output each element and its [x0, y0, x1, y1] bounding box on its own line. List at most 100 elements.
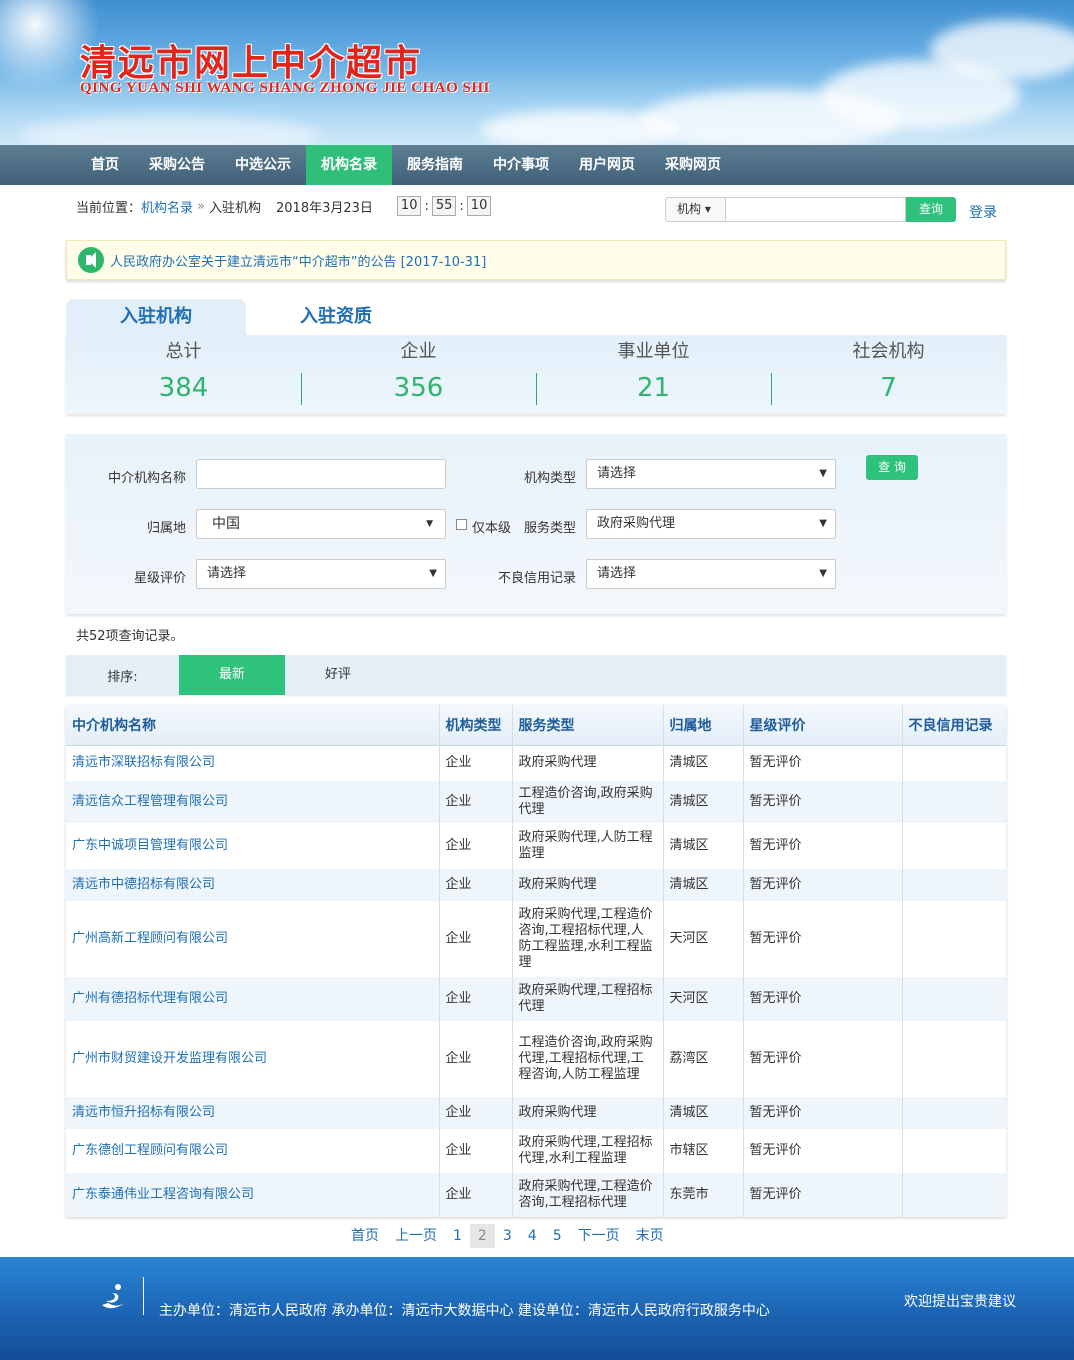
- clock-minutes: 55: [431, 196, 457, 216]
- org-name-link[interactable]: 广州高新工程顾问有限公司: [66, 901, 439, 977]
- table-cell: [901, 781, 1006, 823]
- table-cell: [901, 823, 1006, 869]
- credit-label: 不良信用记录: [497, 571, 576, 586]
- footer-divider: [143, 1277, 144, 1315]
- table-cell: 工程造价咨询,政府采购代理,工程招标代理,工程咨询,人防工程监理: [511, 1021, 663, 1097]
- table-cell: 暂无评价: [742, 869, 902, 901]
- page-link[interactable]: 3: [495, 1224, 520, 1248]
- page-link[interactable]: 末页: [628, 1224, 672, 1248]
- column-header: 归属地: [662, 705, 743, 746]
- page-link[interactable]: 5: [545, 1224, 570, 1248]
- page-link[interactable]: 上一页: [387, 1224, 445, 1248]
- stat-item: 总计 384: [66, 335, 301, 414]
- notice-link[interactable]: 人民政府办公室关于建立清远市“中介超市”的公告 [2017-10-31]: [110, 251, 486, 270]
- dropdown-arrow-icon: ▼: [426, 519, 433, 529]
- cloud: [20, 115, 320, 145]
- footer-credits: 主办单位：清远市人民政府 承办单位：清远市大数据中心 建设单位：清远市人民政府行…: [159, 1303, 770, 1319]
- site-header: 清远市网上中介超市 QING YUAN SHI WANG SHANG ZHONG…: [0, 0, 1074, 145]
- stats-panel: 总计 384 企业 356 事业单位 21 社会机构 7: [66, 335, 1006, 414]
- table-cell: 企业: [438, 1097, 512, 1129]
- table-row: 清远市恒升招标有限公司 企业 政府采购代理 清城区 暂无评价: [66, 1097, 1006, 1129]
- tab-bar: 入驻机构 入驻资质: [66, 299, 426, 335]
- org-name-link[interactable]: 广东中诚项目管理有限公司: [66, 823, 439, 869]
- dropdown-arrow-icon: ▼: [819, 568, 827, 579]
- table-cell: 天河区: [662, 901, 743, 977]
- org-name-link[interactable]: 清远市恒升招标有限公司: [66, 1097, 439, 1129]
- org-name-link[interactable]: 广州市财贸建设开发监理有限公司: [66, 1021, 439, 1097]
- table-row: 清远市中德招标有限公司 企业 政府采购代理 清城区 暂无评价: [66, 869, 1006, 901]
- breadcrumb-link[interactable]: 机构名录: [141, 197, 193, 216]
- org-name-link[interactable]: 广东德创工程顾问有限公司: [66, 1129, 439, 1173]
- table-row: 广东德创工程顾问有限公司 企业 政府采购代理,工程招标代理,水利工程监理 市辖区 暂无评…: [66, 1129, 1006, 1173]
- name-input[interactable]: [196, 459, 446, 489]
- table-cell: 企业: [438, 1173, 512, 1217]
- query-button[interactable]: 查 询: [866, 455, 918, 480]
- credit-select[interactable]: 请选择 ▼: [586, 559, 836, 589]
- search-button[interactable]: 查询: [906, 196, 956, 222]
- tab[interactable]: 入驻机构: [66, 299, 246, 335]
- table-cell: 企业: [438, 745, 512, 781]
- org-name-link[interactable]: 广州有德招标代理有限公司: [66, 977, 439, 1021]
- table-cell: 清城区: [662, 781, 743, 823]
- page-link[interactable]: 2: [469, 1224, 495, 1248]
- nav-item[interactable]: 机构名录: [306, 145, 392, 185]
- clock: 10 : 55 : 10: [396, 196, 492, 216]
- page-link[interactable]: 下一页: [570, 1224, 628, 1248]
- region-select[interactable]: 中国 ▼: [196, 509, 446, 539]
- feedback-link[interactable]: 欢迎提出宝贵建议: [904, 1291, 1016, 1311]
- table-cell: 工程造价咨询,政府采购代理: [511, 781, 663, 823]
- nav-item[interactable]: 服务指南: [392, 145, 478, 185]
- org-name-link[interactable]: 清远信众工程管理有限公司: [66, 781, 439, 823]
- tab[interactable]: 入驻资质: [246, 299, 426, 335]
- table-cell: [901, 1129, 1006, 1173]
- type-select[interactable]: 请选择 ▼: [586, 459, 836, 489]
- table-cell: 政府采购代理,工程招标代理: [511, 977, 663, 1021]
- filter-panel: 中介机构名称 机构类型 请选择 ▼ 查 询 归属地 中国 ▼ 仅本级 服务类型 …: [66, 434, 1006, 614]
- breadcrumb-separator: »: [197, 198, 205, 214]
- table-row: 广州市财贸建设开发监理有限公司 企业 工程造价咨询,政府采购代理,工程招标代理,工程…: [66, 1021, 1006, 1097]
- only-level-checkbox[interactable]: [456, 519, 467, 530]
- page-link[interactable]: 1: [445, 1224, 470, 1248]
- name-label: 中介机构名称: [107, 471, 186, 486]
- nav-item[interactable]: 采购网页: [650, 145, 736, 185]
- current-date: 2018年3月23日: [276, 200, 373, 216]
- page-link[interactable]: 4: [520, 1224, 545, 1248]
- search-area: 机构 ▾ 查询 登录: [665, 196, 997, 222]
- nav-item[interactable]: 采购公告: [134, 145, 220, 185]
- search-type-dropdown[interactable]: 机构 ▾: [665, 196, 726, 222]
- nav-item[interactable]: 中选公示: [220, 145, 306, 185]
- notice-bar: 人民政府办公室关于建立清远市“中介超市”的公告 [2017-10-31]: [66, 240, 1006, 280]
- only-level-label: 仅本级: [472, 521, 512, 536]
- table-row: 清远市深联招标有限公司 企业 政府采购代理 清城区 暂无评价: [66, 745, 1006, 781]
- nav-item[interactable]: 中介事项: [478, 145, 564, 185]
- table-cell: 企业: [438, 977, 512, 1021]
- table-cell: 暂无评价: [742, 1097, 902, 1129]
- star-select[interactable]: 请选择 ▼: [196, 559, 446, 589]
- search-input[interactable]: [726, 196, 906, 222]
- sort-option[interactable]: 好评: [285, 655, 391, 695]
- main-nav: 首页 采购公告 中选公示 机构名录 服务指南 中介事项 用户网页 采购网页: [0, 145, 1074, 185]
- dropdown-arrow-icon: ▼: [819, 468, 827, 479]
- table-cell: 企业: [438, 1021, 512, 1097]
- service-select[interactable]: 政府采购代理 ▼: [586, 509, 836, 539]
- footer-logo-icon: [102, 1284, 128, 1309]
- page-link[interactable]: 首页: [343, 1224, 387, 1248]
- table-row: 广东中诚项目管理有限公司 企业 政府采购代理,人防工程监理 清城区 暂无评价: [66, 823, 1006, 869]
- table-cell: [901, 745, 1006, 781]
- table-cell: 政府采购代理,人防工程监理: [511, 823, 663, 869]
- org-name-link[interactable]: 清远市深联招标有限公司: [66, 745, 439, 781]
- type-label: 机构类型: [523, 471, 576, 486]
- org-name-link[interactable]: 清远市中德招标有限公司: [66, 869, 439, 901]
- dropdown-arrow-icon: ▼: [819, 518, 827, 529]
- login-link[interactable]: 登录: [969, 202, 997, 222]
- site-subtitle: QING YUAN SHI WANG SHANG ZHONG JIE CHAO …: [80, 80, 490, 96]
- sort-option[interactable]: 最新: [179, 655, 285, 695]
- site-footer: 主办单位：清远市人民政府 承办单位：清远市大数据中心 建设单位：清远市人民政府行…: [0, 1257, 1074, 1360]
- nav-item[interactable]: 首页: [76, 145, 134, 185]
- type-select-value: 请选择: [597, 466, 637, 481]
- nav-item[interactable]: 用户网页: [564, 145, 650, 185]
- stat-item: 企业 356: [301, 335, 536, 414]
- table-cell: [901, 1173, 1006, 1217]
- stat-item: 社会机构 7: [771, 335, 1006, 414]
- org-name-link[interactable]: 广东泰通伟业工程咨询有限公司: [66, 1173, 439, 1217]
